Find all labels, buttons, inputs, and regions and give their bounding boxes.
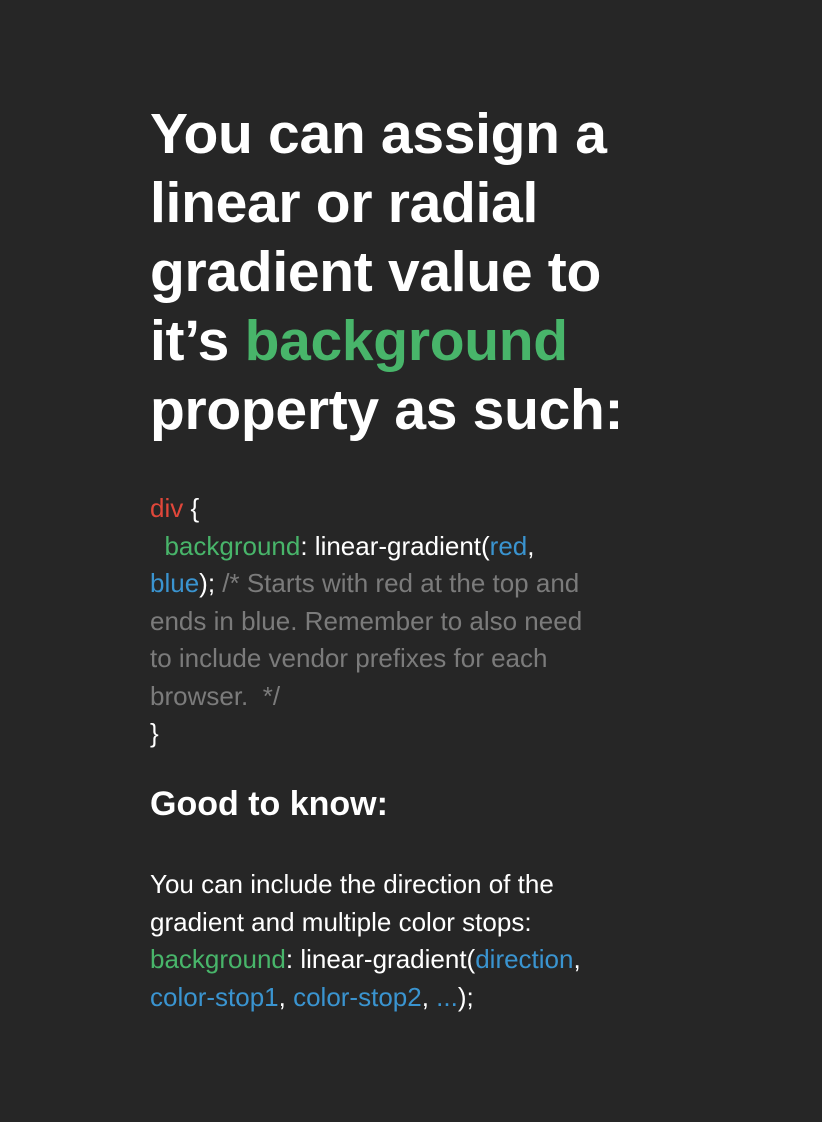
- code-value: ...: [436, 981, 458, 1012]
- heading-highlight: background: [244, 309, 569, 373]
- heading-line: property as such:: [150, 378, 624, 442]
- good-to-know-title: Good to know:: [150, 785, 388, 823]
- code-punct: ,: [573, 944, 581, 974]
- heading-line: You can assign a: [150, 102, 607, 166]
- code-line: color-stop1, color-stop2, ...);: [150, 979, 581, 1017]
- code-punct: ,: [278, 981, 294, 1012]
- code-example: div { background: linear-gradient(red, b…: [150, 490, 582, 753]
- code-value: color-stop1: [150, 981, 279, 1012]
- good-to-know-body: You can include the direction of the gra…: [150, 866, 581, 1016]
- code-value: direction: [475, 944, 574, 974]
- heading-text: it’s: [150, 309, 245, 373]
- code-brace: }: [150, 718, 159, 748]
- code-value: blue: [150, 568, 200, 598]
- code-value: color-stop2: [293, 981, 422, 1012]
- code-comment: /* Starts with red at the top and: [215, 568, 580, 598]
- code-brace: {: [183, 493, 200, 523]
- code-property: background: [150, 944, 286, 974]
- code-line: background: linear-gradient(direction,: [150, 941, 581, 979]
- code-punct: ,: [421, 981, 437, 1012]
- body-line: You can include the direction of the: [150, 869, 554, 899]
- code-punct: );: [199, 568, 216, 598]
- code-line: blue); /* Starts with red at the top and: [150, 565, 582, 603]
- code-punct: ,: [527, 530, 535, 561]
- body-line: gradient and multiple color stops:: [150, 906, 532, 937]
- code-function: : linear-gradient(: [300, 530, 490, 561]
- heading-line: gradient value to: [150, 240, 601, 304]
- code-line: div {: [150, 490, 582, 528]
- code-punct: );: [457, 981, 474, 1012]
- heading-line: linear or radial: [150, 171, 539, 235]
- code-comment: ends in blue. Remember to also need: [150, 605, 583, 636]
- code-value: red: [489, 530, 528, 561]
- code-comment: browser. */: [150, 680, 281, 711]
- code-property: background: [164, 530, 301, 561]
- heading-line: it’s background: [150, 307, 623, 376]
- code-line: background: linear-gradient(red,: [150, 528, 582, 566]
- code-comment: to include vendor prefixes for each: [150, 643, 548, 673]
- main-heading: You can assign a linear or radial gradie…: [150, 100, 624, 445]
- code-function: : linear-gradient(: [285, 944, 476, 974]
- code-selector: div: [150, 493, 184, 523]
